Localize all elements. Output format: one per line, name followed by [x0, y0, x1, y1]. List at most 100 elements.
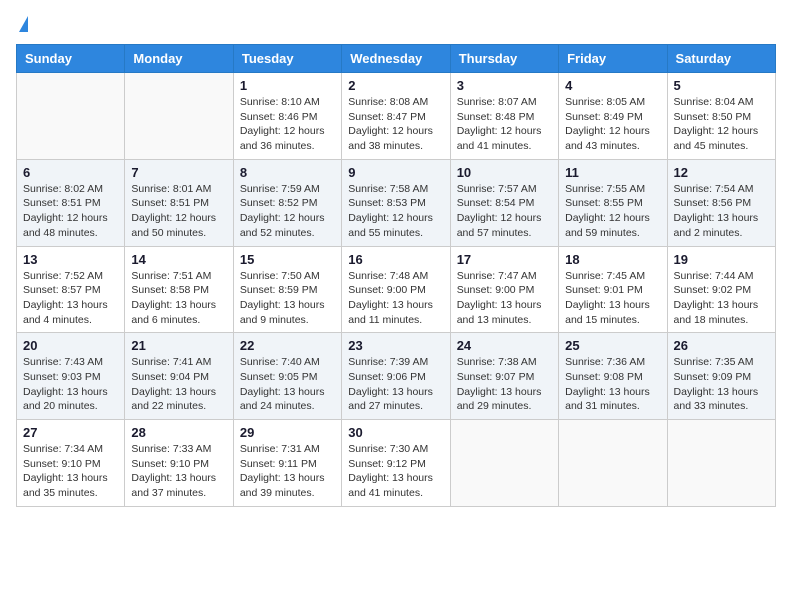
calendar-cell: 20 Sunrise: 7:43 AMSunset: 9:03 PMDayligh… — [17, 333, 125, 420]
day-number: 15 — [240, 252, 335, 267]
day-number: 21 — [131, 338, 226, 353]
day-info: Sunrise: 7:57 AMSunset: 8:54 PMDaylight:… — [457, 182, 552, 241]
day-number: 5 — [674, 78, 769, 93]
day-number: 29 — [240, 425, 335, 440]
day-info: Sunrise: 7:30 AMSunset: 9:12 PMDaylight:… — [348, 442, 443, 501]
day-number: 26 — [674, 338, 769, 353]
calendar-cell: 24 Sunrise: 7:38 AMSunset: 9:07 PMDayligh… — [450, 333, 558, 420]
calendar-week-row: 20 Sunrise: 7:43 AMSunset: 9:03 PMDayligh… — [17, 333, 776, 420]
calendar-cell: 28 Sunrise: 7:33 AMSunset: 9:10 PMDayligh… — [125, 420, 233, 507]
day-number: 14 — [131, 252, 226, 267]
day-info: Sunrise: 7:58 AMSunset: 8:53 PMDaylight:… — [348, 182, 443, 241]
calendar-cell: 8Sunrise: 7:59 AMSunset: 8:52 PMDaylight… — [233, 159, 341, 246]
calendar-cell: 26 Sunrise: 7:35 AMSunset: 9:09 PMDayligh… — [667, 333, 775, 420]
day-number: 25 — [565, 338, 660, 353]
day-info: Sunrise: 7:50 AMSunset: 8:59 PMDaylight:… — [240, 269, 335, 328]
calendar-cell: 19 Sunrise: 7:44 AMSunset: 9:02 PMDayligh… — [667, 246, 775, 333]
calendar-cell: 3 Sunrise: 8:07 AMSunset: 8:48 PMDaylight… — [450, 73, 558, 160]
calendar-cell: 29 Sunrise: 7:31 AMSunset: 9:11 PMDayligh… — [233, 420, 341, 507]
calendar-week-row: 1Sunrise: 8:10 AMSunset: 8:46 PMDaylight… — [17, 73, 776, 160]
day-number: 13 — [23, 252, 118, 267]
day-info: Sunrise: 7:55 AMSunset: 8:55 PMDaylight:… — [565, 182, 660, 241]
day-number: 12 — [674, 165, 769, 180]
calendar-cell: 9 Sunrise: 7:58 AMSunset: 8:53 PMDaylight… — [342, 159, 450, 246]
day-info: Sunrise: 7:39 AMSunset: 9:06 PMDaylight:… — [348, 355, 443, 414]
day-info: Sunrise: 7:36 AMSunset: 9:08 PMDaylight:… — [565, 355, 660, 414]
calendar-cell: 25 Sunrise: 7:36 AMSunset: 9:08 PMDayligh… — [559, 333, 667, 420]
calendar-cell: 7Sunrise: 8:01 AMSunset: 8:51 PMDaylight… — [125, 159, 233, 246]
day-number: 18 — [565, 252, 660, 267]
column-header-sunday: Sunday — [17, 45, 125, 73]
day-info: Sunrise: 7:33 AMSunset: 9:10 PMDaylight:… — [131, 442, 226, 501]
day-info: Sunrise: 8:05 AMSunset: 8:49 PMDaylight:… — [565, 95, 660, 154]
day-info: Sunrise: 8:08 AMSunset: 8:47 PMDaylight:… — [348, 95, 443, 154]
calendar-cell: 18 Sunrise: 7:45 AMSunset: 9:01 PMDayligh… — [559, 246, 667, 333]
day-info: Sunrise: 7:44 AMSunset: 9:02 PMDaylight:… — [674, 269, 769, 328]
calendar-cell: 23 Sunrise: 7:39 AMSunset: 9:06 PMDayligh… — [342, 333, 450, 420]
day-number: 19 — [674, 252, 769, 267]
calendar-cell — [450, 420, 558, 507]
calendar-week-row: 13 Sunrise: 7:52 AMSunset: 8:57 PMDayligh… — [17, 246, 776, 333]
calendar-cell: 21 Sunrise: 7:41 AMSunset: 9:04 PMDayligh… — [125, 333, 233, 420]
day-info: Sunrise: 8:01 AMSunset: 8:51 PMDaylight:… — [131, 182, 226, 241]
calendar-cell: 16Sunrise: 7:48 AMSunset: 9:00 PMDayligh… — [342, 246, 450, 333]
calendar-cell: 2 Sunrise: 8:08 AMSunset: 8:47 PMDaylight… — [342, 73, 450, 160]
calendar-cell: 10Sunrise: 7:57 AMSunset: 8:54 PMDayligh… — [450, 159, 558, 246]
calendar-cell: 12 Sunrise: 7:54 AMSunset: 8:56 PMDayligh… — [667, 159, 775, 246]
day-number: 27 — [23, 425, 118, 440]
calendar-cell: 30Sunrise: 7:30 AMSunset: 9:12 PMDayligh… — [342, 420, 450, 507]
day-number: 24 — [457, 338, 552, 353]
calendar-week-row: 6 Sunrise: 8:02 AMSunset: 8:51 PMDaylight… — [17, 159, 776, 246]
day-info: Sunrise: 7:45 AMSunset: 9:01 PMDaylight:… — [565, 269, 660, 328]
day-number: 23 — [348, 338, 443, 353]
day-number: 2 — [348, 78, 443, 93]
calendar-cell — [667, 420, 775, 507]
calendar-cell — [559, 420, 667, 507]
day-info: Sunrise: 7:43 AMSunset: 9:03 PMDaylight:… — [23, 355, 118, 414]
calendar-cell: 17Sunrise: 7:47 AMSunset: 9:00 PMDayligh… — [450, 246, 558, 333]
day-info: Sunrise: 7:31 AMSunset: 9:11 PMDaylight:… — [240, 442, 335, 501]
day-number: 17 — [457, 252, 552, 267]
day-number: 20 — [23, 338, 118, 353]
day-info: Sunrise: 8:07 AMSunset: 8:48 PMDaylight:… — [457, 95, 552, 154]
calendar-cell — [17, 73, 125, 160]
calendar-cell: 6 Sunrise: 8:02 AMSunset: 8:51 PMDaylight… — [17, 159, 125, 246]
day-info: Sunrise: 7:52 AMSunset: 8:57 PMDaylight:… — [23, 269, 118, 328]
logo — [16, 16, 28, 34]
day-info: Sunrise: 7:54 AMSunset: 8:56 PMDaylight:… — [674, 182, 769, 241]
day-number: 1 — [240, 78, 335, 93]
day-info: Sunrise: 7:34 AMSunset: 9:10 PMDaylight:… — [23, 442, 118, 501]
day-info: Sunrise: 7:35 AMSunset: 9:09 PMDaylight:… — [674, 355, 769, 414]
header — [16, 16, 776, 34]
column-header-monday: Monday — [125, 45, 233, 73]
day-number: 28 — [131, 425, 226, 440]
column-header-wednesday: Wednesday — [342, 45, 450, 73]
calendar-cell: 22 Sunrise: 7:40 AMSunset: 9:05 PMDayligh… — [233, 333, 341, 420]
calendar-cell: 27 Sunrise: 7:34 AMSunset: 9:10 PMDayligh… — [17, 420, 125, 507]
day-number: 6 — [23, 165, 118, 180]
calendar-header-row: SundayMondayTuesdayWednesdayThursdayFrid… — [17, 45, 776, 73]
day-info: Sunrise: 7:48 AMSunset: 9:00 PMDaylight:… — [348, 269, 443, 328]
calendar-cell: 5 Sunrise: 8:04 AMSunset: 8:50 PMDaylight… — [667, 73, 775, 160]
day-number: 22 — [240, 338, 335, 353]
day-info: Sunrise: 7:38 AMSunset: 9:07 PMDaylight:… — [457, 355, 552, 414]
calendar-cell: 14Sunrise: 7:51 AMSunset: 8:58 PMDayligh… — [125, 246, 233, 333]
calendar-cell: 15 Sunrise: 7:50 AMSunset: 8:59 PMDayligh… — [233, 246, 341, 333]
column-header-thursday: Thursday — [450, 45, 558, 73]
calendar-cell: 13 Sunrise: 7:52 AMSunset: 8:57 PMDayligh… — [17, 246, 125, 333]
column-header-saturday: Saturday — [667, 45, 775, 73]
calendar-cell: 1Sunrise: 8:10 AMSunset: 8:46 PMDaylight… — [233, 73, 341, 160]
day-number: 3 — [457, 78, 552, 93]
day-number: 11 — [565, 165, 660, 180]
day-number: 9 — [348, 165, 443, 180]
calendar-cell — [125, 73, 233, 160]
column-header-friday: Friday — [559, 45, 667, 73]
day-number: 4 — [565, 78, 660, 93]
logo-triangle-icon — [19, 16, 28, 32]
day-info: Sunrise: 8:04 AMSunset: 8:50 PMDaylight:… — [674, 95, 769, 154]
day-info: Sunrise: 8:02 AMSunset: 8:51 PMDaylight:… — [23, 182, 118, 241]
day-info: Sunrise: 7:40 AMSunset: 9:05 PMDaylight:… — [240, 355, 335, 414]
calendar-week-row: 27 Sunrise: 7:34 AMSunset: 9:10 PMDayligh… — [17, 420, 776, 507]
day-info: Sunrise: 7:41 AMSunset: 9:04 PMDaylight:… — [131, 355, 226, 414]
calendar-cell: 4 Sunrise: 8:05 AMSunset: 8:49 PMDaylight… — [559, 73, 667, 160]
